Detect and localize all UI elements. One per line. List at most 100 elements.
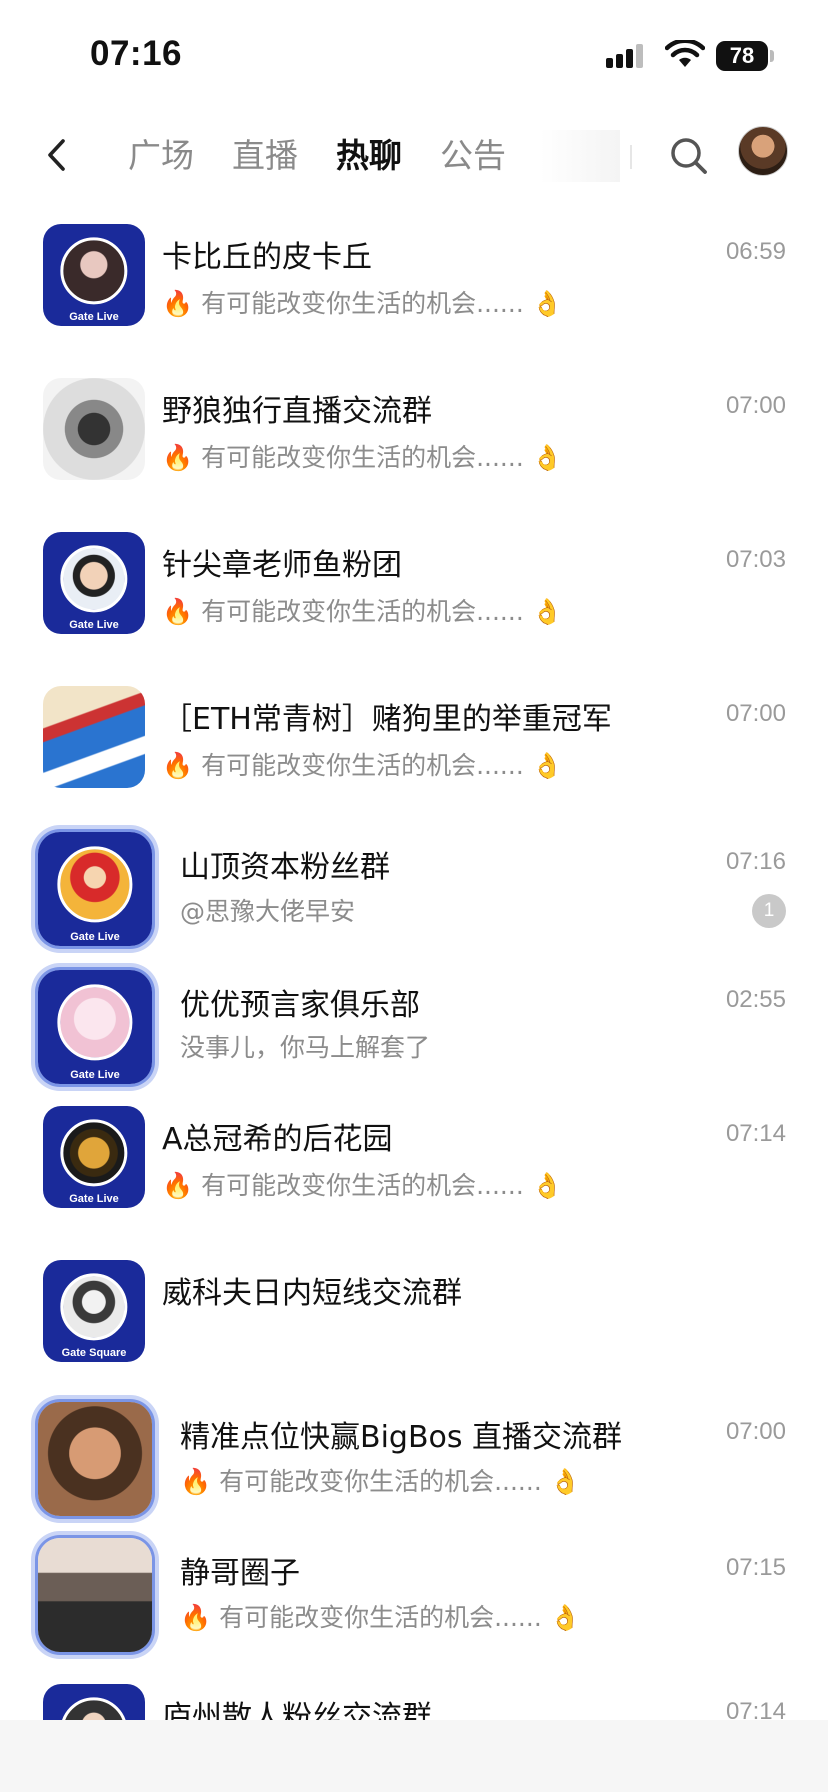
- chat-avatar: Gate Live: [43, 1106, 145, 1208]
- chat-time: 07:00: [725, 700, 786, 727]
- fire-icon: 🔥: [180, 1467, 212, 1496]
- chat-name: 精准点位快赢BigBos 直播交流群: [180, 1420, 623, 1455]
- chat-name: 针尖章老师鱼粉团: [162, 548, 402, 583]
- chat-row[interactable]: Gate Square 威科夫日内短线交流群: [0, 1260, 828, 1370]
- avatar-photo: [57, 846, 133, 923]
- chat-row[interactable]: 精准点位快赢BigBos 直播交流群 07:00 🔥 有可能改变你生活的机会..…: [0, 1400, 828, 1520]
- chat-name: 庐州散人粉丝交流群: [162, 1700, 432, 1720]
- chat-preview: 🔥 有可能改变你生活的机会...... 👌: [180, 1598, 581, 1634]
- avatar-photo: [60, 237, 128, 305]
- avatar-photo: [60, 1697, 128, 1720]
- fire-icon: 🔥: [162, 443, 194, 472]
- chat-name: 卡比丘的皮卡丘: [162, 240, 372, 275]
- battery-indicator: 78: [716, 41, 768, 71]
- chat-preview: 🔥 有可能改变你生活的机会...... 👌: [162, 1166, 563, 1202]
- chat-avatar: Gate Live: [43, 224, 145, 326]
- chat-time: 07:14: [725, 1120, 786, 1147]
- chat-preview: 🔥 有可能改变你生活的机会...... 👌: [162, 438, 563, 474]
- fire-icon: 🔥: [162, 1171, 194, 1200]
- tab-announcement[interactable]: 公告: [440, 128, 506, 184]
- status-bar: 07:16 78: [0, 0, 828, 110]
- chat-row[interactable]: ［ETH常青树］赌狗里的举重冠军 07:00 🔥 有可能改变你生活的机会....…: [0, 686, 828, 796]
- chat-list: Gate Live 卡比丘的皮卡丘 06:59 🔥 有可能改变你生活的机会...…: [0, 200, 828, 1720]
- avatar-label: Gate Live: [70, 1069, 120, 1081]
- chat-avatar: Gate Square: [43, 1260, 145, 1362]
- bottom-area: [0, 1720, 828, 1792]
- search-button[interactable]: [664, 128, 714, 184]
- tab-square[interactable]: 广场: [128, 128, 194, 184]
- chat-preview: 🔥 有可能改变你生活的机会...... 👌: [162, 592, 563, 628]
- chat-preview: 🔥 有可能改变你生活的机会...... 👌: [162, 284, 563, 320]
- chat-name: A总冠希的后花园: [162, 1122, 393, 1157]
- avatar-label: Gate Live: [69, 311, 119, 323]
- chat-row[interactable]: Gate Live 卡比丘的皮卡丘 06:59 🔥 有可能改变你生活的机会...…: [0, 224, 828, 334]
- chat-row[interactable]: Gate Live 山顶资本粉丝群 07:16 @思豫大佬早安 1: [0, 830, 828, 950]
- chat-time: 07:16: [725, 848, 786, 875]
- chat-avatar: Gate Live: [43, 532, 145, 634]
- chat-row[interactable]: 静哥圈子 07:15 🔥 有可能改变你生活的机会...... 👌: [0, 1536, 828, 1656]
- chat-preview-text: 有可能改变你生活的机会......: [201, 597, 524, 626]
- chevron-left-icon: [48, 139, 65, 171]
- chat-row[interactable]: Gate Live 针尖章老师鱼粉团 07:03 🔥 有可能改变你生活的机会..…: [0, 532, 828, 642]
- chat-avatar: [43, 1684, 145, 1720]
- tab-overflow-fade: [540, 130, 620, 182]
- chat-preview-text: 有可能改变你生活的机会......: [201, 751, 524, 780]
- fire-icon: 🔥: [162, 597, 194, 626]
- back-button[interactable]: [36, 125, 76, 185]
- avatar-label: Gate Live: [69, 1193, 119, 1205]
- chat-avatar: [38, 1402, 152, 1516]
- ok-hand-icon: 👌: [531, 443, 563, 472]
- avatar-photo: [57, 984, 133, 1061]
- tab-hot-chat[interactable]: 热聊: [336, 128, 402, 184]
- chat-avatar: Gate Live: [38, 970, 152, 1084]
- chat-name: 静哥圈子: [180, 1556, 300, 1591]
- avatar-photo: [60, 545, 128, 613]
- chat-avatar: Gate Live: [38, 832, 152, 946]
- chat-row[interactable]: Gate Live 优优预言家俱乐部 02:55 没事儿，你马上解套了: [0, 968, 828, 1088]
- chat-row[interactable]: 庐州散人粉丝交流群 07:14: [0, 1684, 828, 1720]
- divider: [630, 145, 632, 169]
- chat-time: 07:00: [725, 1418, 786, 1445]
- fire-icon: 🔥: [180, 1603, 212, 1632]
- chat-row[interactable]: Gate Live A总冠希的后花园 07:14 🔥 有可能改变你生活的机会..…: [0, 1106, 828, 1216]
- tab-bar: 广场 直播 热聊 公告: [128, 128, 506, 184]
- chat-preview-text: 有可能改变你生活的机会......: [219, 1603, 542, 1632]
- chat-time: 07:15: [725, 1554, 786, 1581]
- chat-preview-text: @思豫大佬早安: [180, 897, 356, 926]
- chat-name: 威科夫日内短线交流群: [162, 1276, 462, 1311]
- chat-time: 07:03: [725, 546, 786, 573]
- user-avatar[interactable]: [738, 126, 788, 176]
- battery-cap: [770, 50, 774, 62]
- avatar-photo: [60, 1273, 128, 1341]
- fire-icon: 🔥: [162, 289, 194, 318]
- wifi-icon: [665, 40, 705, 67]
- bitcoin-icon: [60, 1119, 128, 1187]
- ok-hand-icon: 👌: [531, 289, 563, 318]
- chat-row[interactable]: 野狼独行直播交流群 07:00 🔥 有可能改变你生活的机会...... 👌: [0, 378, 828, 488]
- chat-preview-text: 有可能改变你生活的机会......: [219, 1467, 542, 1496]
- chat-avatar: [38, 1538, 152, 1652]
- chat-avatar: [43, 686, 145, 788]
- ok-hand-icon: 👌: [531, 597, 563, 626]
- chat-preview-text: 没事儿，你马上解套了: [180, 1033, 431, 1062]
- cellular-signal-icon: [606, 44, 643, 68]
- top-nav-bar: 广场 直播 热聊 公告: [0, 110, 828, 200]
- chat-name: ［ETH常青树］赌狗里的举重冠军: [162, 702, 612, 737]
- chat-preview-text: 有可能改变你生活的机会......: [201, 289, 524, 318]
- ok-hand-icon: 👌: [549, 1467, 581, 1496]
- fire-icon: 🔥: [162, 751, 194, 780]
- tab-live[interactable]: 直播: [232, 128, 298, 184]
- ok-hand-icon: 👌: [531, 1171, 563, 1200]
- chat-time: 06:59: [725, 238, 786, 265]
- unread-badge: 1: [752, 894, 786, 928]
- chat-time: 07:14: [725, 1698, 786, 1720]
- chat-time: 02:55: [725, 986, 786, 1013]
- chat-name: 山顶资本粉丝群: [180, 850, 390, 885]
- avatar-label: Gate Live: [70, 931, 120, 943]
- chat-name: 野狼独行直播交流群: [162, 394, 432, 429]
- chat-time: 07:00: [725, 392, 786, 419]
- ok-hand-icon: 👌: [531, 751, 563, 780]
- chat-name: 优优预言家俱乐部: [180, 988, 420, 1023]
- ok-hand-icon: 👌: [549, 1603, 581, 1632]
- avatar-label: Gate Square: [61, 1347, 127, 1359]
